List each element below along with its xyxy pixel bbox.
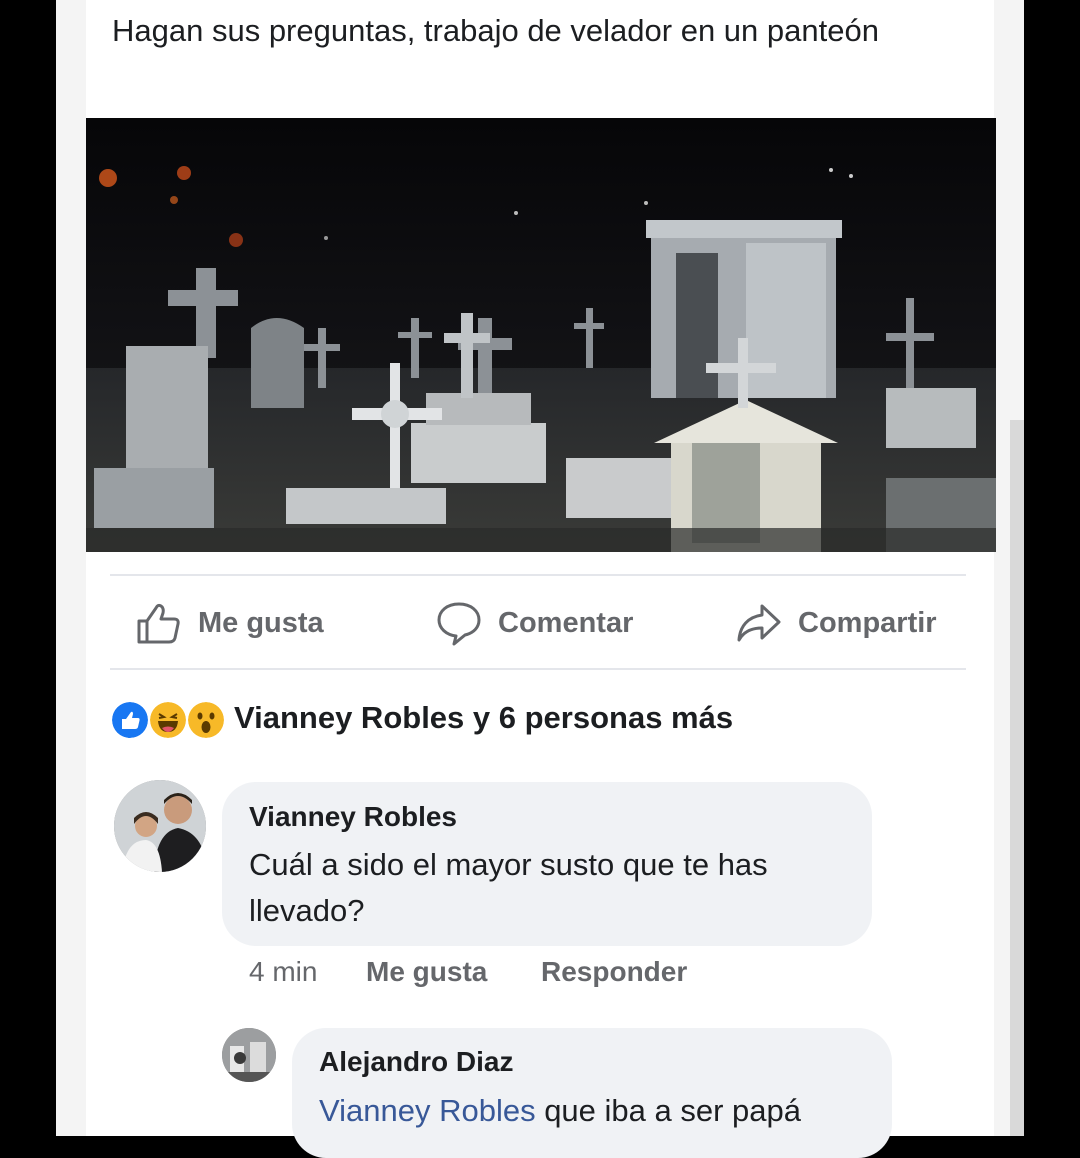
divider-top <box>110 574 966 576</box>
like-button-label: Me gusta <box>198 606 324 639</box>
like-reaction-icon <box>110 700 150 740</box>
share-button[interactable]: Compartir <box>736 598 937 648</box>
reactions-summary-text: Vianney Robles y 6 personas más <box>234 700 734 735</box>
share-button-label: Compartir <box>798 606 937 639</box>
reply-message: que iba a ser papá <box>535 1093 802 1128</box>
post-photo[interactable] <box>86 118 996 552</box>
reply-mention-link[interactable]: Vianney Robles <box>319 1093 536 1128</box>
scrollbar[interactable] <box>1010 420 1024 1136</box>
reaction-icons <box>110 698 228 740</box>
reply-avatar[interactable] <box>222 1028 276 1082</box>
wow-reaction-icon <box>186 700 226 740</box>
user-avatar-photo-icon <box>114 780 206 872</box>
comment-like-link[interactable]: Me gusta <box>366 956 487 996</box>
like-button[interactable]: Me gusta <box>136 598 324 648</box>
post-text: Hagan sus preguntas, trabajo de velador … <box>112 13 879 48</box>
comment-text: Cuál a sido el mayor susto que te has ll… <box>249 847 768 928</box>
comment-button-label: Comentar <box>498 606 634 639</box>
divider-bottom <box>110 668 966 670</box>
comment-button[interactable]: Comentar <box>436 598 633 648</box>
share-arrow-icon <box>737 604 781 642</box>
haha-reaction-icon <box>148 700 188 740</box>
avatar[interactable] <box>114 780 206 872</box>
comment-bubble-icon <box>437 602 481 646</box>
reply-text: Vianney Robles que iba a ser papá <box>319 1088 879 1134</box>
reactions-summary[interactable]: Vianney Robles y 6 personas más <box>110 696 733 740</box>
thumbs-up-icon <box>137 603 180 644</box>
comment-author[interactable]: Vianney Robles <box>249 801 457 833</box>
cemetery-night-photo <box>86 118 996 552</box>
comment-time[interactable]: 4 min <box>249 956 317 996</box>
comment-reply-link[interactable]: Responder <box>541 956 687 996</box>
reply-author[interactable]: Alejandro Diaz <box>319 1046 513 1078</box>
user-avatar-photo-icon <box>222 1028 276 1082</box>
